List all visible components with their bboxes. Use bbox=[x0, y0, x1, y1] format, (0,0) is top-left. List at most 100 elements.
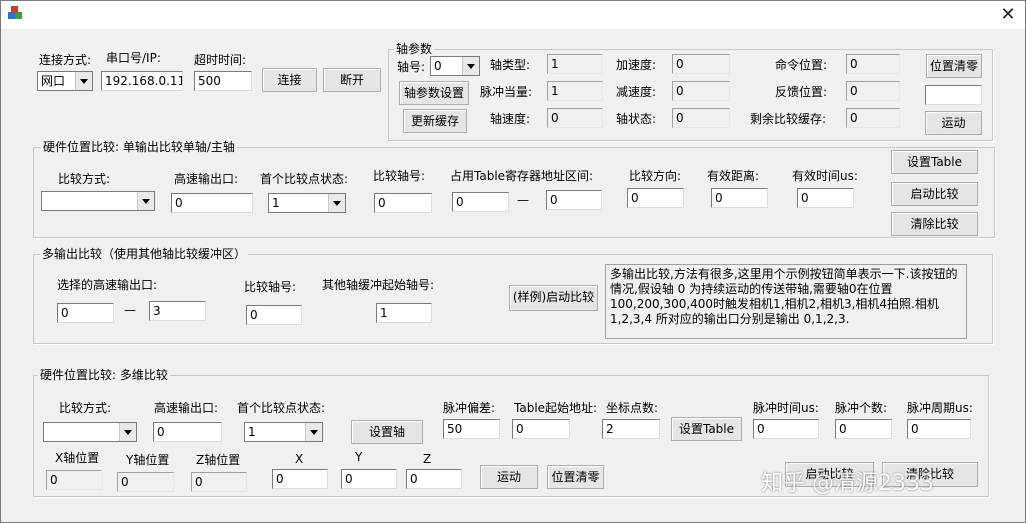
fb-pos-label: 反馈位置: bbox=[775, 85, 828, 99]
direction-label: 比较方向: bbox=[629, 169, 682, 183]
z-target-label: Z bbox=[423, 452, 432, 466]
timeout-label: 超时时间: bbox=[194, 53, 247, 67]
hw-single-title: 硬件位置比较: 单输出比较单轴/主轴 bbox=[41, 140, 237, 154]
accel-label: 加速度: bbox=[616, 58, 657, 72]
valid-dist-input[interactable]: 0 bbox=[711, 188, 768, 208]
chevron-down-icon bbox=[462, 57, 479, 75]
hs-to-input[interactable]: 3 bbox=[149, 301, 206, 321]
coord-count-input[interactable]: 2 bbox=[602, 419, 660, 439]
cmd-pos-field: 0 bbox=[846, 54, 900, 74]
x-pos-field: 0 bbox=[46, 470, 102, 490]
table-range-label: 占用Table寄存器地址区间: bbox=[450, 169, 594, 183]
multi-hs-out-input[interactable]: 0 bbox=[153, 422, 222, 442]
axis-param-set-button[interactable]: 轴参数设置 bbox=[399, 81, 469, 105]
x-target-label: X bbox=[295, 452, 304, 466]
hs-range-dash: — bbox=[124, 303, 136, 317]
pulse-count-label: 脉冲个数: bbox=[835, 401, 888, 415]
valid-time-label: 有效时间us: bbox=[792, 169, 858, 183]
connect-button[interactable]: 连接 bbox=[262, 68, 317, 92]
pulse-eq-label: 脉冲当量: bbox=[480, 85, 533, 99]
app-icon bbox=[8, 6, 22, 19]
multi-set-table-button[interactable]: 设置Table bbox=[671, 417, 742, 441]
compare-axis-input[interactable]: 0 bbox=[374, 193, 432, 213]
chevron-down-icon bbox=[75, 72, 92, 90]
status-label: 轴状态: bbox=[616, 112, 657, 126]
hs-out-input[interactable]: 0 bbox=[171, 193, 253, 213]
close-button[interactable]: ✕ bbox=[993, 3, 1023, 27]
axis-type-label: 轴类型: bbox=[490, 58, 531, 72]
info-line: 多输出比较,方法有很多,这里用个示例按钮简单表示一下.该按钮的 bbox=[610, 267, 958, 281]
multi-table-start-input[interactable]: 0 bbox=[512, 419, 570, 439]
timeout-input[interactable]: 500 bbox=[194, 71, 252, 91]
pulse-count-input[interactable]: 0 bbox=[835, 419, 892, 439]
set-axis-button[interactable]: 设置轴 bbox=[351, 420, 423, 444]
axis-no-select[interactable]: 0 bbox=[430, 56, 480, 76]
y-pos-field: 0 bbox=[117, 472, 174, 492]
disconnect-button[interactable]: 断开 bbox=[323, 68, 381, 92]
pulse-offset-input[interactable]: 50 bbox=[443, 419, 500, 439]
multi-compare-mode-label: 比较方式: bbox=[59, 401, 112, 415]
multi-pos-clear-button[interactable]: 位置清零 bbox=[547, 465, 604, 489]
ip-input[interactable]: 192.168.0.11 bbox=[101, 71, 183, 91]
multi-axis-label: 比较轴号: bbox=[244, 280, 297, 294]
compare-axis-label: 比较轴号: bbox=[373, 169, 426, 183]
speed-label: 轴速度: bbox=[490, 112, 531, 126]
accel-field: 0 bbox=[672, 54, 730, 74]
multi-first-state-select[interactable]: 1 bbox=[244, 422, 323, 442]
range-dash: — bbox=[517, 193, 529, 207]
y-target-input[interactable]: 0 bbox=[341, 469, 397, 489]
coord-count-label: 坐标点数: bbox=[606, 401, 659, 415]
compare-mode-select[interactable] bbox=[41, 191, 155, 211]
z-pos-field: 0 bbox=[191, 472, 247, 492]
multi-hs-out-label: 高速输出口: bbox=[154, 401, 219, 415]
connection-type-select[interactable]: 网口 bbox=[37, 71, 93, 91]
axis-no-label: 轴号: bbox=[397, 60, 426, 74]
multi-move-button[interactable]: 运动 bbox=[480, 465, 538, 489]
pulse-period-input[interactable]: 0 bbox=[907, 419, 971, 439]
x-target-input[interactable]: 0 bbox=[272, 469, 328, 489]
update-buffer-button[interactable]: 更新缓存 bbox=[403, 109, 467, 133]
multi-first-state-value: 1 bbox=[248, 425, 256, 439]
chevron-down-icon bbox=[328, 194, 345, 212]
clear-compare-button[interactable]: 清除比较 bbox=[891, 212, 978, 236]
axis-pos-clear-button[interactable]: 位置清零 bbox=[926, 54, 982, 78]
compare-mode-label: 比较方式: bbox=[58, 172, 111, 186]
chevron-down-icon bbox=[137, 192, 154, 210]
multi-compare-mode-select[interactable] bbox=[43, 422, 137, 442]
info-line: 100,200,300,400时触发相机1,相机2,相机3,相机4拍照.相机 bbox=[610, 297, 939, 311]
info-line: 1,2,3,4 所对应的输出口分别是输出 0,1,2,3. bbox=[610, 312, 850, 326]
main-window: ✕ 连接方式: 串口号/IP: 超时时间: 网口 192.168.0.11 50… bbox=[0, 0, 1026, 523]
chevron-down-icon bbox=[119, 423, 136, 441]
valid-time-input[interactable]: 0 bbox=[797, 188, 854, 208]
pulse-time-input[interactable]: 0 bbox=[753, 419, 819, 439]
hw-multi-title: 硬件位置比较: 多维比较 bbox=[38, 368, 170, 382]
buffer-axis-label: 其他轴缓冲起始轴号: bbox=[322, 278, 435, 292]
z-target-input[interactable]: 0 bbox=[406, 469, 462, 489]
decel-label: 减速度: bbox=[616, 85, 657, 99]
watermark: 知乎 @清源2333 bbox=[761, 471, 934, 496]
direction-input[interactable]: 0 bbox=[627, 188, 684, 208]
first-state-label: 首个比较点状态: bbox=[260, 172, 349, 186]
set-table-button[interactable]: 设置Table bbox=[891, 150, 978, 174]
move-distance-input[interactable] bbox=[925, 85, 982, 105]
decel-field: 0 bbox=[672, 81, 730, 101]
table-end-input[interactable]: 0 bbox=[546, 190, 602, 210]
y-pos-label: Y轴位置 bbox=[126, 453, 170, 467]
axis-no-value: 0 bbox=[434, 59, 442, 73]
buffer-axis-input[interactable]: 1 bbox=[376, 303, 432, 323]
close-icon: ✕ bbox=[1000, 4, 1016, 25]
table-start-input[interactable]: 0 bbox=[452, 192, 509, 212]
speed-field: 0 bbox=[547, 108, 603, 128]
axis-type-field: 1 bbox=[547, 54, 603, 74]
title-bar: ✕ bbox=[1, 1, 1025, 29]
first-state-select[interactable]: 1 bbox=[268, 193, 346, 213]
multi-table-start-label: Table起始地址: bbox=[514, 401, 598, 415]
start-compare-button[interactable]: 启动比较 bbox=[891, 182, 978, 206]
sample-start-compare-button[interactable]: (样例)启动比较 bbox=[509, 285, 598, 311]
fb-pos-field: 0 bbox=[846, 81, 900, 101]
axis-move-button[interactable]: 运动 bbox=[925, 111, 982, 135]
y-target-label: Y bbox=[355, 450, 363, 464]
multi-axis-input[interactable]: 0 bbox=[246, 305, 302, 325]
remain-buffer-field: 0 bbox=[846, 108, 900, 128]
hs-from-input[interactable]: 0 bbox=[57, 303, 114, 323]
